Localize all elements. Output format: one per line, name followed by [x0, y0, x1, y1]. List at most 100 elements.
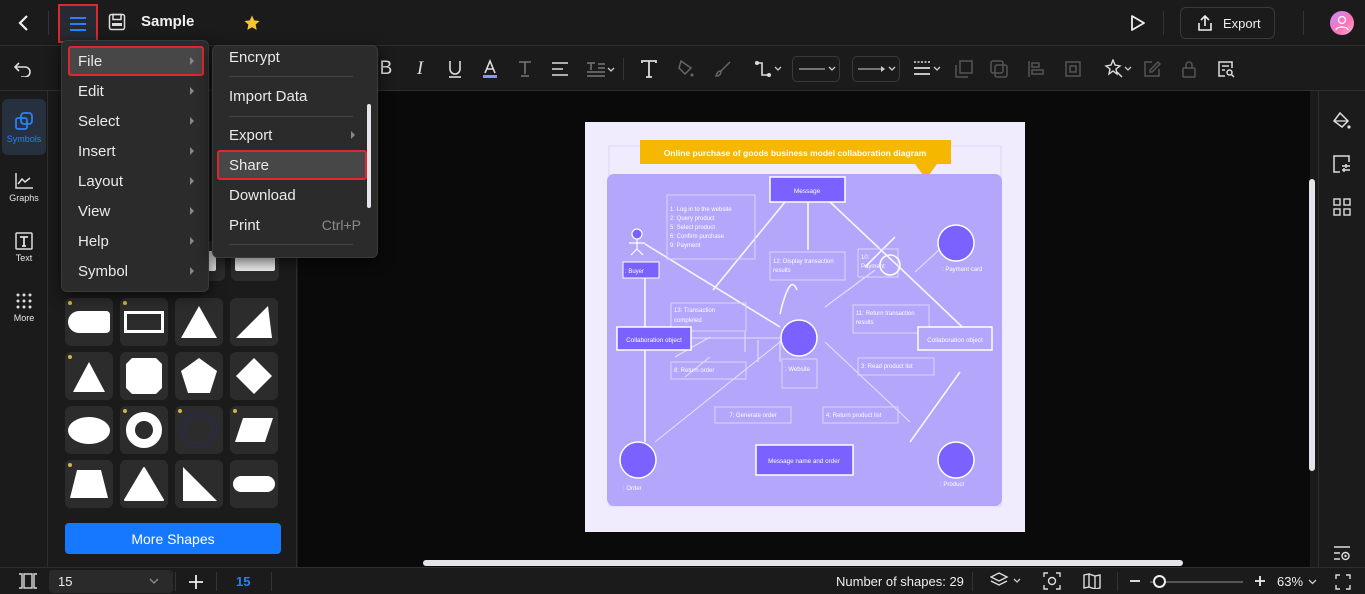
menu-item-help[interactable]: Help	[68, 226, 204, 256]
lock-icon[interactable]	[1179, 58, 1199, 80]
shape-frame[interactable]	[120, 298, 168, 346]
submenu-scrollbar[interactable]	[367, 104, 371, 208]
file-submenu: Encrypt Import Data Export Share Downloa…	[212, 45, 378, 258]
font-color-icon[interactable]	[480, 58, 500, 80]
text-tool-icon[interactable]	[639, 58, 659, 80]
submenu-item-share[interactable]: Share	[217, 150, 367, 180]
page-panel-icon[interactable]	[18, 573, 38, 589]
back-icon[interactable]	[12, 11, 36, 35]
undo-icon[interactable]	[12, 58, 34, 80]
page-tab[interactable]: 15	[236, 574, 250, 589]
shape-octagon[interactable]	[120, 352, 168, 400]
submenu-item-encrypt[interactable]: Encrypt	[219, 46, 365, 72]
page-select[interactable]: 15	[49, 570, 173, 593]
zoom-slider-handle[interactable]	[1153, 575, 1167, 588]
fill-style-icon[interactable]	[1331, 111, 1353, 133]
edit-icon[interactable]	[1142, 58, 1162, 80]
magic-icon[interactable]	[1104, 58, 1134, 80]
line-weight-icon[interactable]	[912, 58, 944, 80]
shape-pentagon[interactable]	[175, 352, 223, 400]
shape-ellipse[interactable]	[65, 406, 113, 454]
arrow-style-dropdown[interactable]	[852, 56, 900, 82]
menu-item-file[interactable]: File	[68, 46, 204, 76]
submenu-item-import-data[interactable]: Import Data	[219, 81, 365, 111]
play-icon[interactable]	[1127, 12, 1149, 34]
menu-item-layout[interactable]: Layout	[68, 166, 204, 196]
chevron-down-icon	[149, 578, 159, 584]
status-bar: 15 15 Number of shapes: 29 63%	[0, 567, 1365, 594]
line-style-dropdown[interactable]	[792, 56, 840, 82]
rail-item-text[interactable]: Text	[2, 219, 46, 275]
shape-trapezoid[interactable]	[65, 460, 113, 508]
zoom-out-button[interactable]	[1128, 573, 1142, 589]
layers-icon[interactable]	[990, 572, 1022, 590]
shape-triangle-small[interactable]	[65, 352, 113, 400]
diagram-title: Online purchase of goods business model …	[664, 148, 927, 158]
rail-label: Symbols	[6, 133, 42, 144]
save-icon[interactable]	[107, 12, 127, 32]
rail-item-graphs[interactable]: Graphs	[2, 159, 46, 215]
submenu-item-download[interactable]: Download	[219, 180, 365, 210]
fullscreen-icon[interactable]	[1334, 573, 1352, 591]
shape-right-triangle[interactable]	[230, 298, 278, 346]
menu-item-select[interactable]: Select	[68, 106, 204, 136]
shape-pill[interactable]	[230, 460, 278, 508]
bold-icon[interactable]: B	[376, 58, 396, 80]
shape-parallelogram[interactable]	[230, 406, 278, 454]
shape-rounded-rect[interactable]	[65, 298, 113, 346]
add-page-icon[interactable]	[187, 573, 205, 591]
shape-double-circle[interactable]	[175, 406, 223, 454]
shape-rounded-triangle[interactable]	[120, 460, 168, 508]
shape-right-angle-triangle[interactable]	[175, 460, 223, 508]
svg-text:: Website: : Website	[785, 367, 811, 373]
page-settings-icon[interactable]	[1331, 153, 1353, 175]
menu-item-edit[interactable]: Edit	[68, 76, 204, 106]
svg-text:7: Generate order: 7: Generate order	[729, 413, 776, 419]
submenu-item-export[interactable]: Export	[219, 120, 365, 150]
italic-icon[interactable]: I	[410, 58, 430, 80]
shape-donut[interactable]	[120, 406, 168, 454]
menu-item-view[interactable]: View	[68, 196, 204, 226]
rail-item-more[interactable]: More	[2, 279, 46, 335]
settings-list-icon[interactable]	[1331, 543, 1353, 563]
svg-text:1: Log in to the website: 1: Log in to the website	[670, 207, 732, 213]
text-strike-icon[interactable]	[515, 58, 535, 80]
focus-icon[interactable]	[1042, 572, 1062, 590]
group-icon[interactable]	[1063, 58, 1083, 80]
text-spacing-icon[interactable]	[585, 58, 617, 80]
svg-text:: Order: : Order	[623, 486, 642, 492]
export-icon	[1196, 14, 1214, 32]
document-title[interactable]: Sample	[141, 13, 194, 30]
svg-text:results: results	[856, 320, 874, 326]
find-replace-icon[interactable]	[1216, 58, 1236, 80]
bring-front-icon[interactable]	[954, 58, 974, 80]
svg-text:Collaboration object: Collaboration object	[626, 337, 682, 344]
underline-icon[interactable]	[445, 58, 465, 80]
connector-icon[interactable]	[753, 58, 785, 80]
shape-triangle[interactable]	[175, 298, 223, 346]
map-icon[interactable]	[1082, 572, 1102, 590]
svg-text:4: Return product list: 4: Return product list	[826, 413, 882, 419]
fill-icon[interactable]	[676, 58, 696, 80]
shape-diamond[interactable]	[230, 352, 278, 400]
rail-item-symbols[interactable]: Symbols	[2, 99, 46, 155]
submenu-item-print[interactable]: Print Ctrl+P	[219, 210, 365, 240]
zoom-in-button[interactable]	[1253, 573, 1267, 589]
export-button[interactable]: Export	[1180, 7, 1275, 39]
canvas[interactable]: Online purchase of goods business model …	[298, 91, 1315, 567]
avatar[interactable]	[1330, 11, 1354, 35]
hamburger-menu-icon[interactable]	[58, 4, 98, 43]
right-rail	[1318, 91, 1365, 567]
vertical-scrollbar[interactable]	[1309, 179, 1315, 471]
zoom-level-dropdown[interactable]: 63%	[1277, 574, 1317, 589]
menu-item-insert[interactable]: Insert	[68, 136, 204, 166]
send-back-icon[interactable]	[989, 58, 1009, 80]
align-icon[interactable]	[550, 58, 570, 80]
grid-view-icon[interactable]	[1331, 196, 1353, 218]
menu-item-symbol[interactable]: Symbol	[68, 256, 204, 286]
brush-icon[interactable]	[713, 58, 733, 80]
align-left-icon[interactable]	[1026, 58, 1046, 80]
star-icon[interactable]	[242, 13, 262, 33]
more-shapes-button[interactable]: More Shapes	[65, 523, 281, 554]
horizontal-scrollbar[interactable]	[423, 560, 1183, 566]
